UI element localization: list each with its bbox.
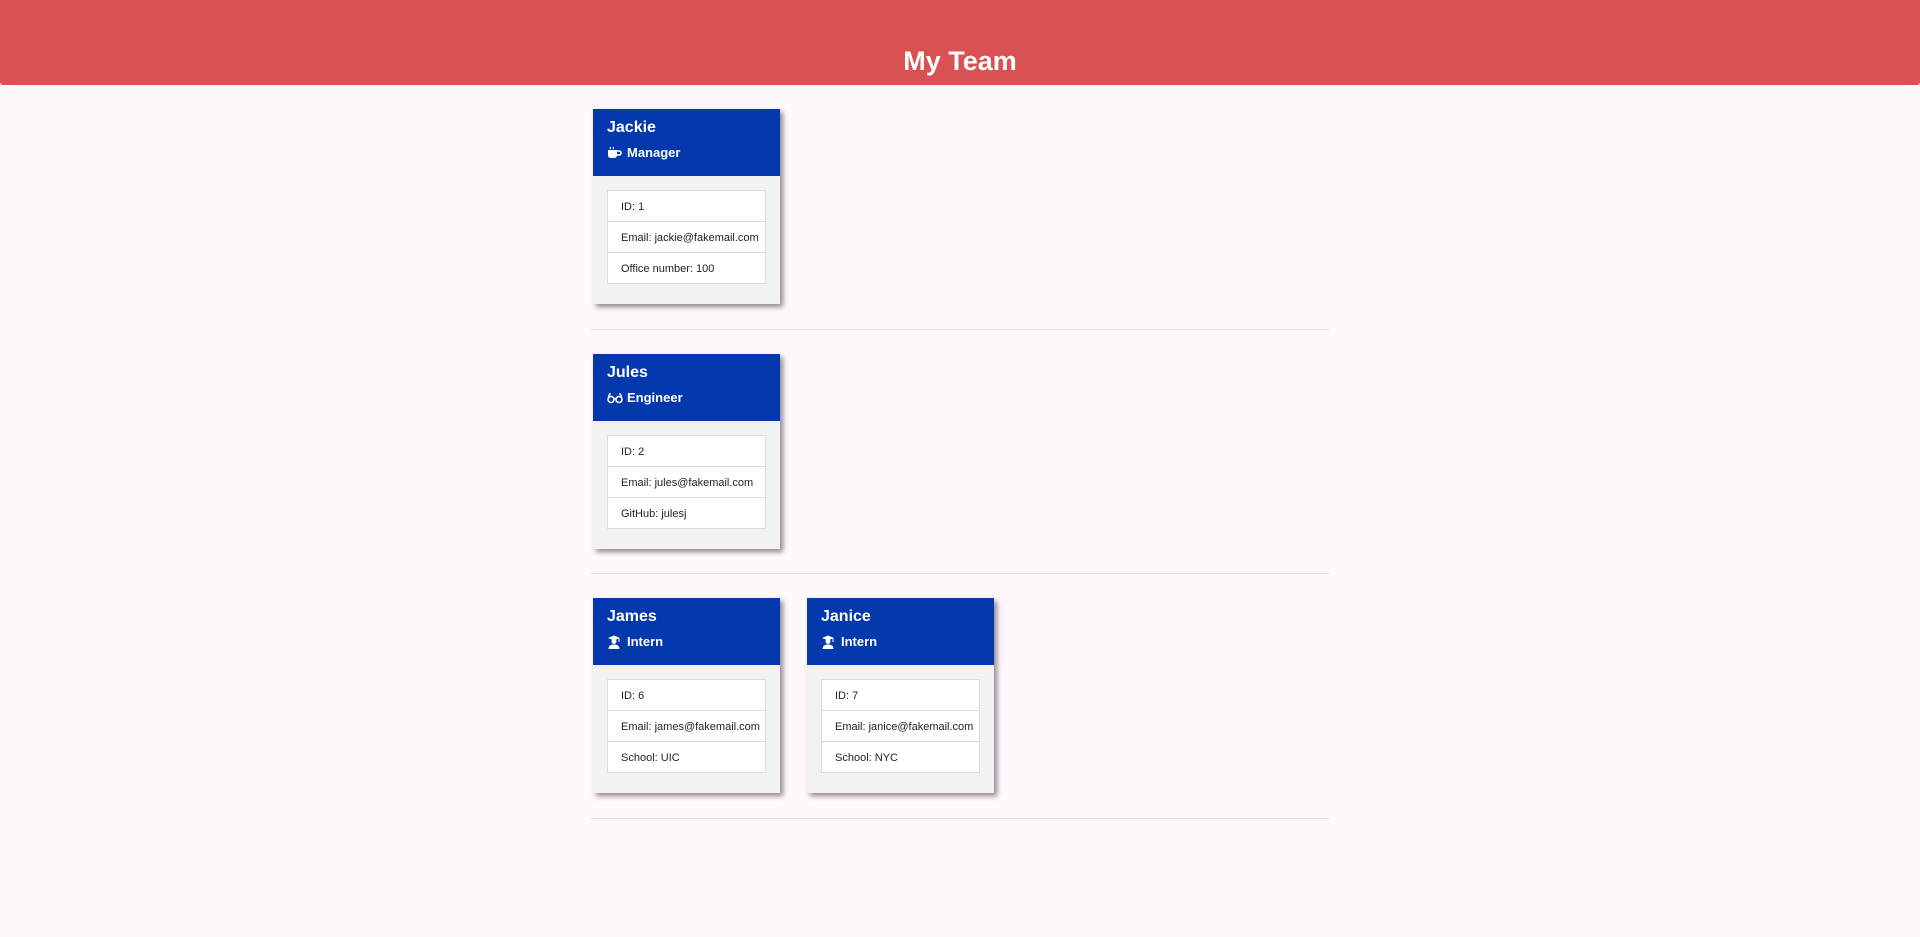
- employee-name: James: [607, 608, 657, 625]
- page-header: My Team: [0, 0, 1920, 85]
- detail-email: Email: janice@fakemail.com: [821, 710, 980, 742]
- employee-name: Jackie: [607, 119, 656, 136]
- detail-email: Email: jules@fakemail.com: [607, 466, 766, 498]
- detail-id: ID: 1: [607, 190, 766, 222]
- employee-role: Intern: [607, 633, 780, 651]
- employee-role: Intern: [821, 633, 994, 651]
- page-title: My Team: [903, 46, 1017, 76]
- coffee-icon: [607, 146, 623, 160]
- employee-card: Janice Intern ID: 7 Email: janice@fakema…: [807, 598, 994, 793]
- card-details: ID: 1 Email: jackie@fakemail.com Office …: [607, 190, 766, 284]
- card-header: Jackie Manager: [593, 109, 780, 176]
- card-details: ID: 7 Email: janice@fakemail.com School:…: [821, 679, 980, 773]
- employee-card: Jules Engineer ID: 2 Email: jules@fakema…: [593, 354, 780, 549]
- detail-email: Email: jackie@fakemail.com: [607, 221, 766, 253]
- detail-school: School: NYC: [821, 741, 980, 773]
- employee-name: Janice: [821, 608, 871, 625]
- team-row-managers: Jackie Manager ID: 1 Email: jackie@fakem…: [591, 109, 1329, 330]
- role-label: Engineer: [627, 390, 683, 405]
- employee-role: Manager: [607, 144, 780, 162]
- graduate-icon: [607, 635, 623, 649]
- detail-id: ID: 2: [607, 435, 766, 467]
- card-details: ID: 6 Email: james@fakemail.com School: …: [607, 679, 766, 773]
- employee-card: James Intern ID: 6 Email: james@fakemail…: [593, 598, 780, 793]
- employee-name: Jules: [607, 364, 648, 381]
- detail-office-number: Office number: 100: [607, 252, 766, 284]
- team-row-engineers: Jules Engineer ID: 2 Email: jules@fakema…: [591, 354, 1329, 574]
- card-details: ID: 2 Email: jules@fakemail.com GitHub: …: [607, 435, 766, 529]
- detail-school: School: UIC: [607, 741, 766, 773]
- role-label: Intern: [841, 634, 878, 649]
- detail-id: ID: 6: [607, 679, 766, 711]
- glasses-icon: [607, 391, 623, 405]
- role-label: Intern: [627, 634, 664, 649]
- detail-github: GitHub: julesj: [607, 497, 766, 529]
- team-row-interns: James Intern ID: 6 Email: james@fakemail…: [591, 598, 1329, 819]
- graduate-icon: [821, 635, 837, 649]
- detail-id: ID: 7: [821, 679, 980, 711]
- role-label: Manager: [627, 145, 681, 160]
- card-header: Jules Engineer: [593, 354, 780, 421]
- card-header: Janice Intern: [807, 598, 994, 665]
- employee-role: Engineer: [607, 389, 780, 407]
- card-header: James Intern: [593, 598, 780, 665]
- detail-email: Email: james@fakemail.com: [607, 710, 766, 742]
- employee-card: Jackie Manager ID: 1 Email: jackie@fakem…: [593, 109, 780, 304]
